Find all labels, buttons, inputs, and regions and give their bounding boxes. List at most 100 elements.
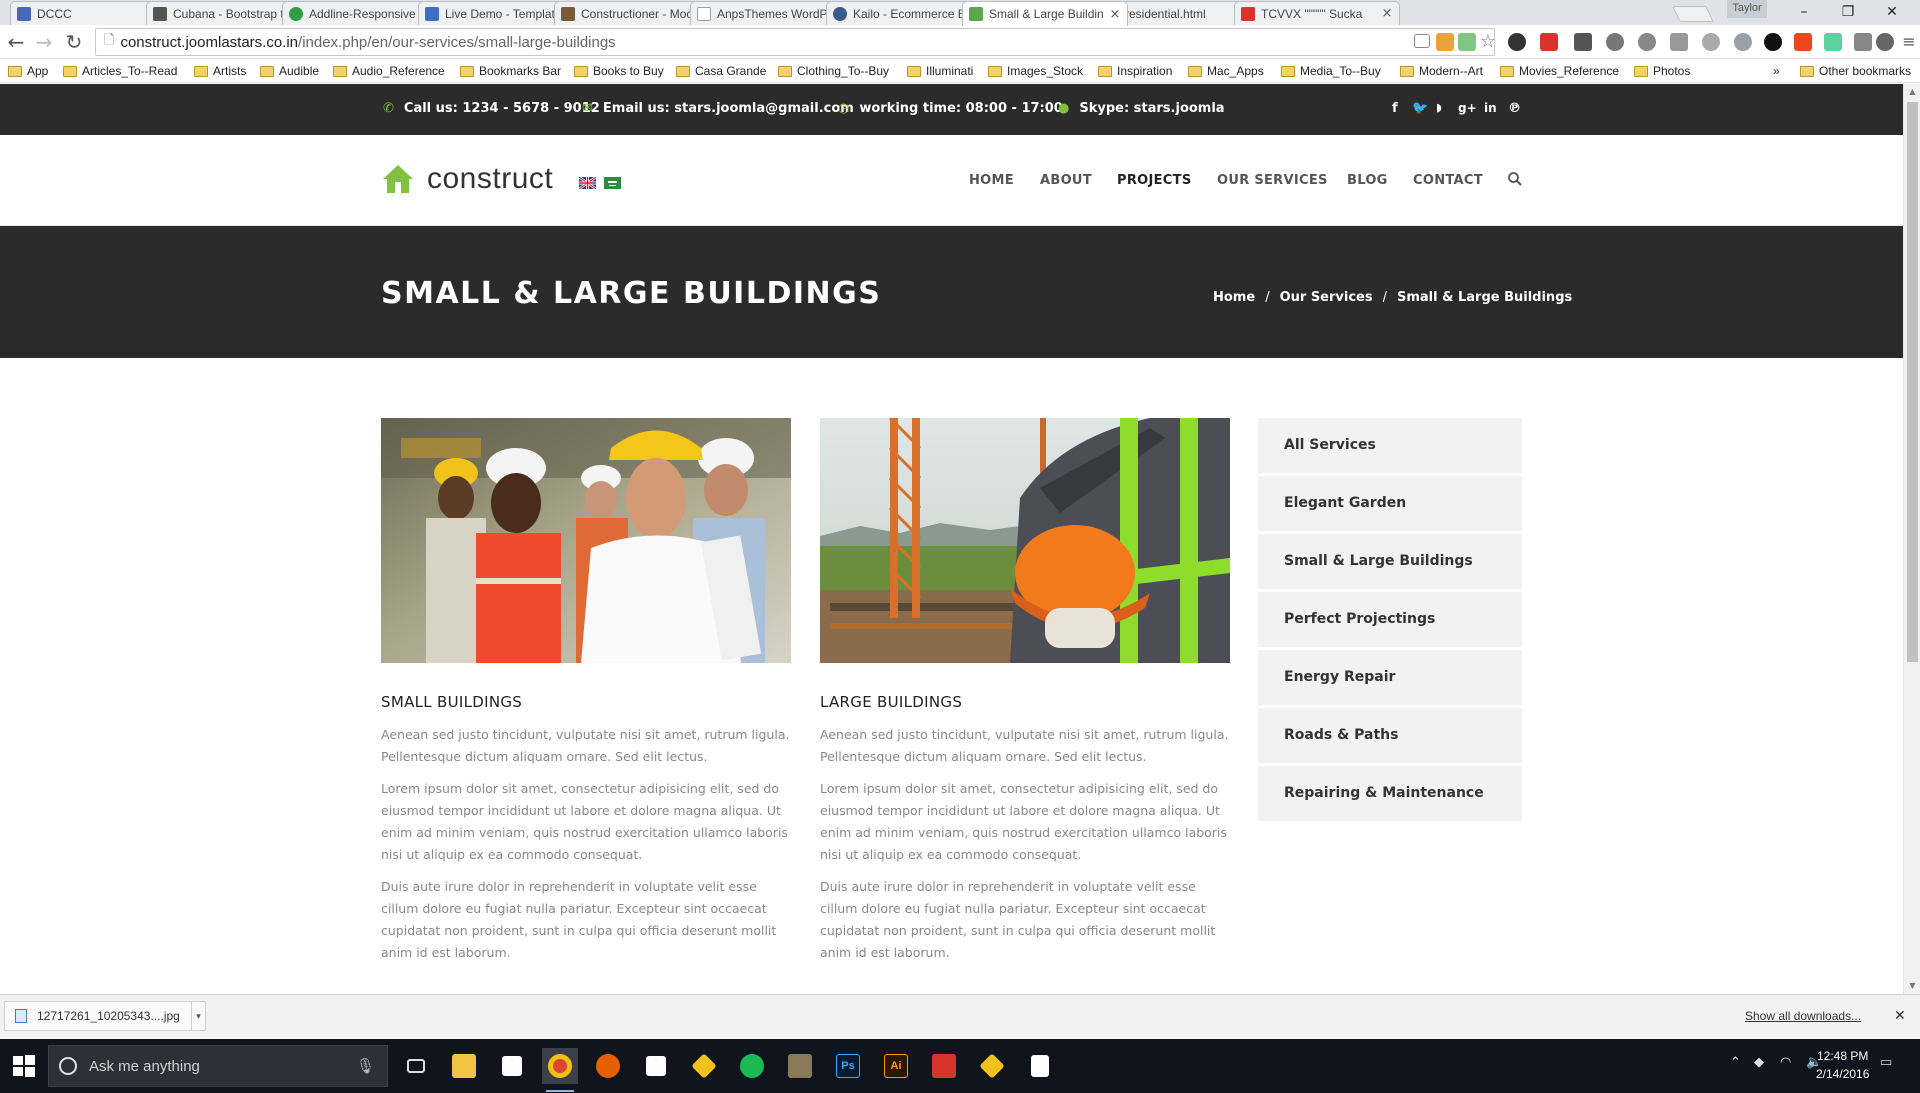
page-scrollbar[interactable]: ▲ ▼ [1903, 84, 1920, 994]
photoshop-icon[interactable]: Ps [830, 1048, 866, 1084]
file-explorer-icon[interactable] [446, 1048, 482, 1084]
sidebar-item-roads-paths[interactable]: Roads & Paths [1258, 708, 1522, 763]
app-icon[interactable] [974, 1048, 1010, 1084]
chevron-down-icon[interactable]: ▾ [191, 1001, 205, 1031]
extension-icon[interactable] [1794, 33, 1812, 51]
cortana-search-box[interactable]: Ask me anything 🎙 [48, 1045, 388, 1087]
bookmark-folder[interactable]: Casa Grande [676, 62, 766, 80]
profile-button[interactable]: Taylor [1727, 0, 1767, 18]
bookmark-folder[interactable]: Artists [194, 62, 246, 80]
reader-icon[interactable] [1414, 34, 1430, 48]
spotify-icon[interactable] [734, 1048, 770, 1084]
chevron-up-icon[interactable]: ⌃ [1730, 1055, 1741, 1070]
calculator-icon[interactable] [1022, 1048, 1058, 1084]
extension-icon[interactable] [1508, 33, 1526, 51]
restore-icon[interactable]: ❐ [1826, 0, 1870, 24]
forward-icon[interactable]: → [32, 30, 56, 54]
notifications-icon[interactable]: ▭ [1880, 1055, 1892, 1070]
site-logo[interactable]: construct [381, 162, 553, 196]
english-flag-icon[interactable] [579, 177, 596, 189]
scrollbar-thumb[interactable] [1907, 102, 1918, 662]
dropbox-tray-icon[interactable]: ◆ [1754, 1055, 1764, 1070]
sidebar-item-energy-repair[interactable]: Energy Repair [1258, 650, 1522, 705]
breadcrumb-our-services[interactable]: Our Services [1280, 290, 1373, 305]
extension-icon[interactable] [1734, 33, 1752, 51]
scroll-down-icon[interactable]: ▼ [1904, 978, 1920, 994]
bookmark-folder[interactable]: Media_To--Buy [1281, 62, 1381, 80]
bookmark-folder[interactable]: Articles_To--Read [63, 62, 177, 80]
pocket-icon[interactable] [1574, 33, 1592, 51]
show-all-downloads-link[interactable]: Show all downloads... [1745, 1009, 1861, 1023]
extension-icon[interactable] [1458, 33, 1476, 51]
nav-projects[interactable]: PROJECTS [1117, 173, 1191, 188]
bookmark-folder[interactable]: Illuminati [907, 62, 973, 80]
extension-icon[interactable] [1638, 33, 1656, 51]
pinterest-icon[interactable]: ℗ [1508, 101, 1521, 116]
bookmark-folder[interactable]: Inspiration [1098, 62, 1172, 80]
chrome-icon[interactable] [542, 1048, 578, 1092]
breadcrumb-home[interactable]: Home [1213, 290, 1255, 305]
other-bookmarks[interactable]: Other bookmarks [1800, 62, 1911, 80]
extension-icon[interactable] [1824, 33, 1842, 51]
nav-home[interactable]: HOME [969, 173, 1014, 188]
facebook-icon[interactable]: f [1392, 101, 1398, 116]
search-icon[interactable] [1507, 171, 1523, 187]
sidebar-item-all-services[interactable]: All Services [1258, 418, 1522, 473]
extension-icon[interactable] [1606, 33, 1624, 51]
close-window-icon[interactable]: ✕ [1870, 0, 1914, 24]
bookmarks-overflow-button[interactable]: » [1773, 62, 1780, 80]
eye-icon[interactable] [1764, 33, 1782, 51]
close-tab-icon[interactable]: × [1109, 7, 1121, 22]
app-icon[interactable] [782, 1048, 818, 1084]
new-tab-button[interactable] [1672, 6, 1714, 22]
microphone-icon[interactable]: 🎙 [356, 1057, 375, 1075]
google-plus-icon[interactable]: g+ [1458, 101, 1477, 115]
gmail-icon[interactable] [1540, 33, 1558, 51]
sidebar-item-small-large-buildings[interactable]: Small & Large Buildings [1258, 534, 1522, 589]
nav-blog[interactable]: BLOG [1347, 173, 1388, 188]
recycle-icon[interactable] [1854, 33, 1872, 51]
wifi-icon[interactable]: ◠ [1780, 1055, 1791, 1070]
bookmark-folder[interactable]: Mac_Apps [1188, 62, 1264, 80]
sidebar-item-repairing-maintenance[interactable]: Repairing & Maintenance [1258, 766, 1522, 821]
eyedropper-icon[interactable] [1670, 33, 1688, 51]
dropbox-icon[interactable] [638, 1048, 674, 1084]
task-view-icon[interactable] [398, 1048, 434, 1084]
bookmark-folder[interactable]: Photos [1634, 62, 1690, 80]
app-icon[interactable] [926, 1048, 962, 1084]
download-item[interactable]: 12717261_10205343....jpg ▾ [4, 1001, 206, 1031]
nav-our-services[interactable]: OUR SERVICES [1217, 173, 1328, 188]
system-clock[interactable]: 12:48 PM 2/14/2016 [1816, 1047, 1869, 1083]
bookmark-folder[interactable]: Modern--Art [1400, 62, 1483, 80]
sidebar-item-perfect-projectings[interactable]: Perfect Projectings [1258, 592, 1522, 647]
twitter-icon[interactable]: 🐦 [1412, 101, 1428, 116]
scroll-up-icon[interactable]: ▲ [1904, 84, 1920, 100]
bookmark-folder[interactable]: Bookmarks Bar [460, 62, 561, 80]
sidebar-item-elegant-garden[interactable]: Elegant Garden [1258, 476, 1522, 531]
bookmark-folder[interactable]: App [8, 62, 48, 80]
bookmark-folder[interactable]: Images_Stock [988, 62, 1083, 80]
windows-start-icon[interactable] [12, 1054, 36, 1078]
firefox-icon[interactable] [590, 1048, 626, 1084]
app-icon[interactable] [686, 1048, 722, 1084]
linkedin-icon[interactable]: in [1484, 101, 1497, 115]
extension-icon[interactable] [1436, 33, 1454, 51]
nav-contact[interactable]: CONTACT [1413, 173, 1483, 188]
minimize-icon[interactable]: – [1782, 0, 1826, 24]
rss-icon[interactable]: ◗ [1436, 101, 1442, 114]
bookmark-folder[interactable]: Movies_Reference [1500, 62, 1619, 80]
menu-icon[interactable]: ≡ [1900, 33, 1918, 51]
store-icon[interactable] [494, 1048, 530, 1084]
bookmark-folder[interactable]: Clothing_To--Buy [778, 62, 889, 80]
address-bar[interactable]: 🗋 construct.joomlastars.co.in/index.php/… [95, 28, 1495, 56]
bookmark-folder[interactable]: Audible [260, 62, 319, 80]
extension-icon[interactable] [1702, 33, 1720, 51]
extension-icon[interactable] [1876, 33, 1894, 51]
reload-icon[interactable]: ↻ [62, 30, 86, 54]
bookmark-folder[interactable]: Books to Buy [574, 62, 664, 80]
close-icon[interactable]: ✕ [1894, 1007, 1906, 1024]
back-icon[interactable]: ← [4, 30, 28, 54]
arabic-flag-icon[interactable] [604, 177, 621, 189]
bookmark-folder[interactable]: Audio_Reference [333, 62, 445, 80]
browser-tab[interactable]: TCVVX """"" Sucka × [1234, 1, 1400, 25]
